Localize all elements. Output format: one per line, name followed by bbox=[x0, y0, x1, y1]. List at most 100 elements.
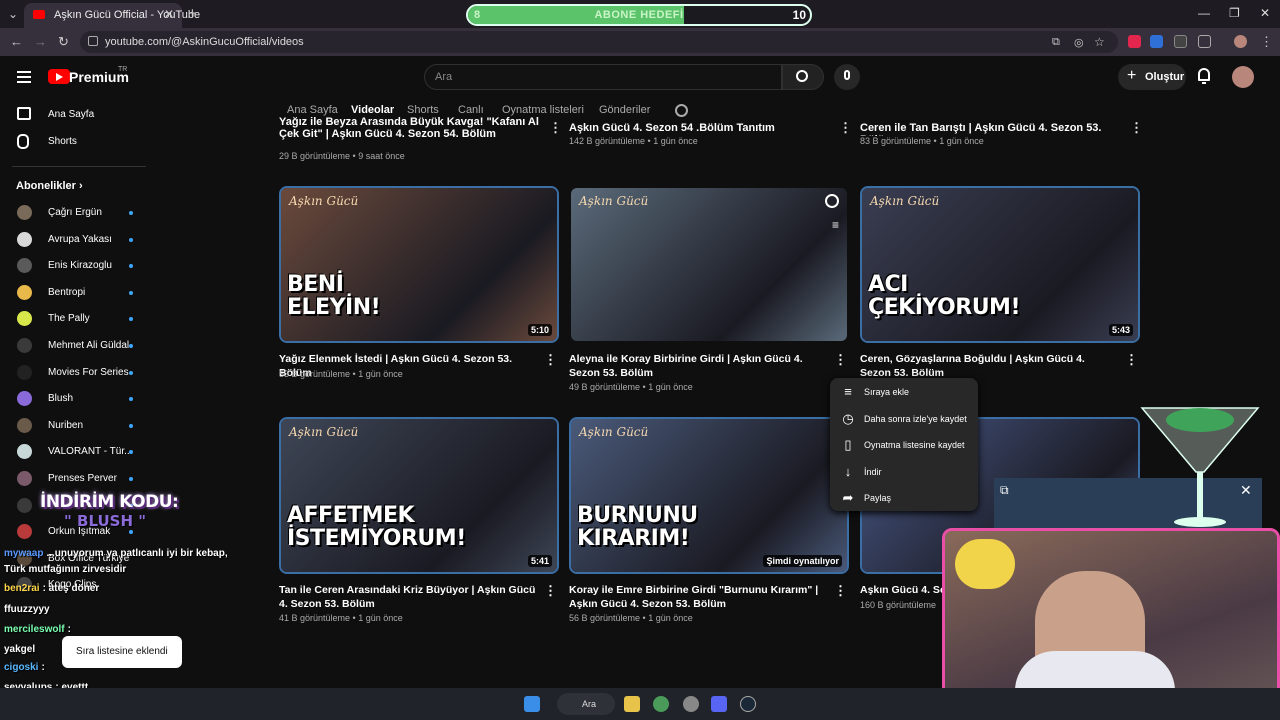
more-options-icon[interactable]: ⋮ bbox=[1125, 352, 1138, 368]
more-options-icon[interactable]: ⋮ bbox=[549, 120, 562, 136]
menu-item-queue[interactable]: ≡ Sıraya ekle bbox=[830, 380, 978, 406]
more-options-icon[interactable]: ⋮ bbox=[1130, 120, 1143, 136]
video-title[interactable]: Aleyna ile Koray Birbirine Girdi | Aşkın… bbox=[569, 352, 827, 380]
search-input[interactable]: Ara bbox=[424, 64, 782, 90]
browser-tab[interactable]: Aşkın Gücü Official - YouTube ✕ bbox=[24, 3, 200, 28]
more-options-icon[interactable]: ⋮ bbox=[544, 352, 557, 368]
tab-1[interactable]: Videolar bbox=[351, 104, 394, 116]
search-button[interactable] bbox=[782, 64, 824, 90]
video-title[interactable]: Ceren ile Tan Barıştı | Aşkın Gücü 4. Se… bbox=[860, 122, 1122, 136]
url-field[interactable]: youtube.com/@AskinGucuOfficial/videos ⧉ … bbox=[80, 31, 1118, 53]
sidebar-item-home[interactable]: Ana Sayfa bbox=[0, 102, 158, 128]
more-options-icon[interactable]: ⋮ bbox=[834, 583, 847, 599]
account-avatar[interactable] bbox=[1232, 66, 1254, 88]
video-thumbnail[interactable]: Aşkın Gücü AFFETMEK İSTEMİYORUM! 5:41 bbox=[279, 417, 559, 574]
tab-2[interactable]: Shorts bbox=[407, 104, 439, 116]
add-to-queue-icon[interactable]: ≡ bbox=[832, 218, 839, 232]
taskbar-search[interactable]: Ara bbox=[557, 693, 615, 715]
video-title[interactable]: Koray ile Emre Birbirine Girdi "Burnunu … bbox=[569, 583, 827, 611]
video-thumbnail[interactable]: Aşkın Gücü BENİ ELEYİN! 5:10 bbox=[279, 186, 559, 343]
extensions-puzzle-icon[interactable] bbox=[1198, 35, 1211, 48]
reload-icon[interactable]: ↻ bbox=[58, 34, 69, 50]
sidebar-item-label: Bentropi bbox=[48, 286, 86, 298]
video-thumbnail[interactable]: Aşkın Gücü ≡ bbox=[569, 186, 849, 343]
notifications-bell-icon[interactable] bbox=[1196, 68, 1212, 85]
video-meta: 56 B görüntüleme • 1 gün önce bbox=[569, 613, 693, 623]
voice-search-button[interactable] bbox=[834, 64, 860, 90]
maximize-button[interactable]: ❐ bbox=[1229, 6, 1240, 20]
extension-blue-icon[interactable] bbox=[1150, 35, 1163, 48]
youtube-favicon-icon bbox=[33, 10, 45, 19]
site-info-icon[interactable] bbox=[88, 36, 98, 46]
video-title[interactable]: Yağız ile Beyza Arasında Büyük Kavga! "K… bbox=[279, 116, 541, 144]
menu-item-bookmark[interactable]: ▯ Oynatma listesine kaydet bbox=[830, 433, 978, 459]
extension-gray-icon[interactable] bbox=[1174, 35, 1187, 48]
forward-icon[interactable]: → bbox=[34, 34, 47, 49]
tab-list-button[interactable]: ⌄ bbox=[5, 6, 21, 22]
caption-line-1: BURNUNU bbox=[577, 503, 698, 528]
chrome-icon[interactable] bbox=[653, 696, 669, 712]
new-content-dot bbox=[129, 237, 133, 242]
tab-3[interactable]: Canlı bbox=[458, 104, 484, 116]
video-title[interactable]: Aşkın Gücü 4. Sezon 54 .Bölüm Tanıtım bbox=[569, 122, 831, 136]
sidebar-subscription[interactable]: Movies For Series bbox=[0, 360, 158, 386]
tab-title: Aşkın Gücü Official - YouTube bbox=[54, 9, 201, 21]
file-explorer-icon[interactable] bbox=[624, 696, 640, 712]
steam-icon[interactable] bbox=[740, 696, 756, 712]
tab-5[interactable]: Gönderiler bbox=[599, 104, 650, 116]
video-title[interactable]: Ceren, Gözyaşlarına Boğuldu | Aşkın Gücü… bbox=[860, 352, 1118, 380]
sidebar-subscription[interactable]: Nuriben bbox=[0, 413, 158, 439]
expand-miniplayer-icon[interactable]: ⧉ bbox=[1000, 483, 1009, 498]
tab-0[interactable]: Ana Sayfa bbox=[287, 104, 338, 116]
minimize-button[interactable]: — bbox=[1198, 6, 1210, 20]
menu-item-share[interactable]: ➦ Paylaş bbox=[830, 486, 978, 512]
sidebar-subscription[interactable]: Prenses Perver bbox=[0, 466, 158, 492]
cast-icon[interactable]: ⧉ bbox=[1052, 36, 1060, 49]
toast-text: Sıra listesine eklendi bbox=[76, 646, 168, 657]
sidebar-subscription[interactable]: Avrupa Yakası bbox=[0, 227, 158, 253]
bookmark-star-icon[interactable]: ☆ bbox=[1094, 35, 1105, 49]
menu-icon[interactable] bbox=[17, 71, 31, 83]
menu-item-download[interactable]: ↓ İndir bbox=[830, 460, 978, 486]
search-placeholder: Ara bbox=[435, 71, 453, 83]
more-options-icon[interactable]: ⋮ bbox=[544, 583, 557, 599]
video-duration: 5:41 bbox=[527, 555, 552, 567]
create-button[interactable]: + Oluştur bbox=[1118, 64, 1186, 90]
menu-item-label: Oynatma listesine kaydet bbox=[864, 440, 965, 451]
new-tab-button[interactable]: + bbox=[188, 5, 197, 22]
channel-search-icon[interactable] bbox=[675, 104, 688, 117]
app-icon[interactable] bbox=[683, 696, 699, 712]
eye-off-icon[interactable]: ◎ bbox=[1074, 36, 1084, 49]
discord-icon[interactable] bbox=[711, 696, 727, 712]
chat-text: : bbox=[41, 662, 45, 673]
watch-later-icon[interactable] bbox=[825, 194, 839, 208]
profile-avatar-icon[interactable] bbox=[1234, 35, 1247, 48]
video-thumbnail[interactable]: Aşkın Gücü ACI ÇEKİYORUM! 5:43 bbox=[860, 186, 1140, 343]
goal-target: 10 bbox=[792, 8, 806, 22]
back-icon[interactable]: ← bbox=[10, 34, 23, 49]
windows-start-icon[interactable] bbox=[524, 696, 540, 712]
extension-red-icon[interactable] bbox=[1128, 35, 1141, 48]
tab-4[interactable]: Oynatma listeleri bbox=[502, 104, 584, 116]
close-window-button[interactable]: ✕ bbox=[1260, 6, 1270, 20]
sidebar-subscription[interactable]: Mehmet Ali Güldal bbox=[0, 333, 158, 359]
subscriptions-header[interactable]: Abonelikler › bbox=[16, 180, 83, 192]
sidebar-subscription[interactable]: The Pally bbox=[0, 306, 158, 332]
video-thumbnail[interactable]: Aşkın Gücü BURNUNU KIRARIM! Şimdi oynatılıy… bbox=[569, 417, 849, 574]
queue-icon: ≡ bbox=[844, 384, 852, 399]
browser-menu-icon[interactable]: ⋮ bbox=[1260, 34, 1273, 50]
sidebar-subscription[interactable]: Blush bbox=[0, 386, 158, 412]
sidebar-subscription[interactable]: VALORANT - Tür... bbox=[0, 439, 158, 465]
sidebar-subscription[interactable]: Çağrı Ergün bbox=[0, 200, 158, 226]
more-options-icon[interactable]: ⋮ bbox=[839, 120, 852, 136]
menu-item-clock[interactable]: ◷ Daha sonra izle'ye kaydet bbox=[830, 407, 978, 433]
more-options-icon[interactable]: ⋮ bbox=[834, 352, 847, 368]
video-title[interactable]: Tan ile Ceren Arasındaki Kriz Büyüyor | … bbox=[279, 583, 537, 611]
youtube-logo-icon[interactable] bbox=[48, 69, 70, 84]
sidebar-subscription[interactable]: Bentropi bbox=[0, 280, 158, 306]
sidebar-subscription[interactable]: Enis Kirazoglu bbox=[0, 253, 158, 279]
sidebar-item-shorts[interactable]: Shorts bbox=[0, 129, 158, 155]
chat-message: yakgel bbox=[4, 644, 35, 655]
chat-username: ffuuzzyyy bbox=[4, 604, 50, 615]
close-tab-icon[interactable]: ✕ bbox=[164, 7, 174, 21]
